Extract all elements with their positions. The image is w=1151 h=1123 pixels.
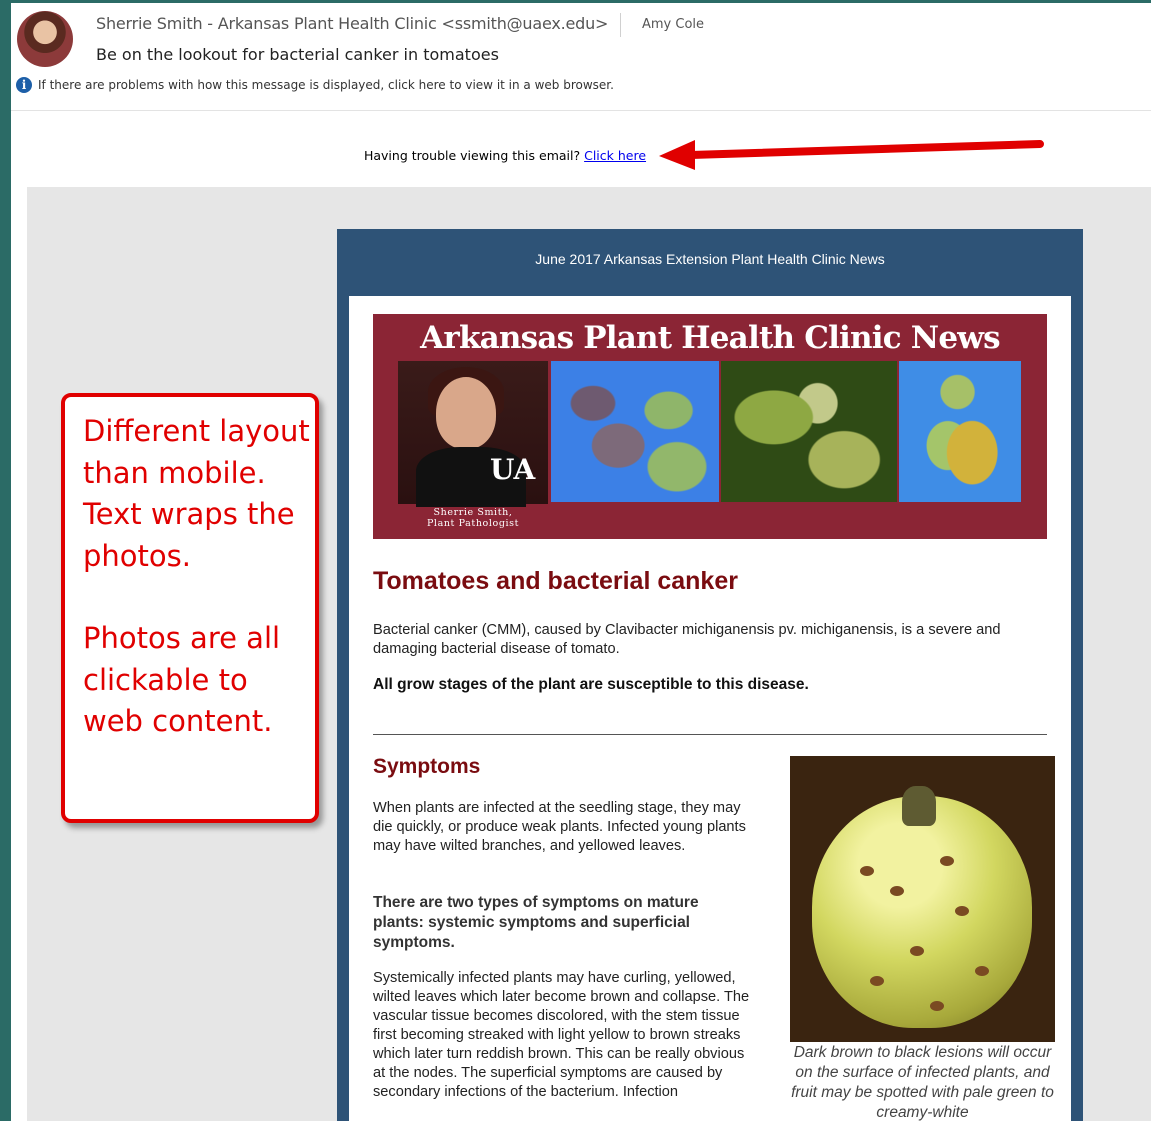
newsletter-banner[interactable]: Arkansas Plant Health Clinic News UA She… [373,314,1047,539]
ua-logo: UA [490,453,536,486]
symptoms-paragraph-1: When plants are infected at the seedling… [373,800,746,854]
banner-photo-plant[interactable] [721,361,897,502]
banner-caption: Sherrie Smith, Plant Pathologist [398,507,548,529]
photo-lesion [975,966,989,976]
tomato-lesion-photo[interactable] [790,756,1055,1042]
photo-lesion [890,886,904,896]
photo-tomato [812,796,1032,1028]
callout-line-photos: Photos are all clickable to web content. [83,621,281,738]
photo-lesion [940,856,954,866]
sender-address[interactable]: Sherrie Smith - Arkansas Plant Health Cl… [96,14,608,33]
photo-face [436,377,496,449]
recipient-name[interactable]: Amy Cole [642,17,704,32]
article-heading: Tomatoes and bacterial canker [373,567,738,595]
callout-line-layout: Different layout than mobile. Text wraps… [83,414,310,573]
symptoms-paragraph-2: Systemically infected plants may have cu… [373,970,750,1100]
newsletter-content: Arkansas Plant Health Clinic News UA She… [349,296,1071,1121]
symptoms-heading: Symptoms [373,755,481,778]
tomato-photo-caption: Dark brown to black lesions will occur o… [791,1044,1054,1121]
article-intro-bold: All grow stages of the plant are suscept… [373,676,809,693]
photo-lesion [870,976,884,986]
display-problem-infobar[interactable]: If there are problems with how this mess… [38,78,614,92]
info-icon: i [16,77,32,93]
newsletter-container: June 2017 Arkansas Extension Plant Healt… [337,229,1083,1121]
email-subject: Be on the lookout for bacterial canker i… [96,45,499,64]
banner-photo-leaves[interactable] [551,361,719,502]
window-left-edge [0,0,11,1121]
article-intro: Bacterial canker (CMM), caused by Clavib… [373,622,1001,657]
section-divider [373,734,1047,735]
callout-text: Different layout than mobile. Text wraps… [83,411,313,743]
banner-photo-pathologist[interactable]: UA [398,361,548,507]
email-header: Sherrie Smith - Arkansas Plant Health Cl… [11,3,1151,111]
banner-caption-role: Plant Pathologist [426,518,520,529]
banner-photo-fruit[interactable] [899,361,1021,502]
click-here-link[interactable]: Click here [584,148,646,163]
photo-stem [902,786,936,826]
banner-caption-name: Sherrie Smith, [433,507,513,518]
photo-lesion [910,946,924,956]
newsletter-header: June 2017 Arkansas Extension Plant Healt… [535,251,885,267]
photo-lesion [860,866,874,876]
photo-lesion [930,1001,944,1011]
sender-avatar[interactable] [17,11,73,67]
red-arrow-annotation [659,140,1044,170]
photo-lesion [955,906,969,916]
symptoms-bold: There are two types of symptoms on matur… [373,894,699,951]
header-divider [620,13,621,37]
annotation-callout: Different layout than mobile. Text wraps… [61,393,319,823]
banner-title: Arkansas Plant Health Clinic News [420,320,1000,356]
callout-gap [83,577,313,618]
trouble-viewing-text: Having trouble viewing this email? [363,148,585,163]
